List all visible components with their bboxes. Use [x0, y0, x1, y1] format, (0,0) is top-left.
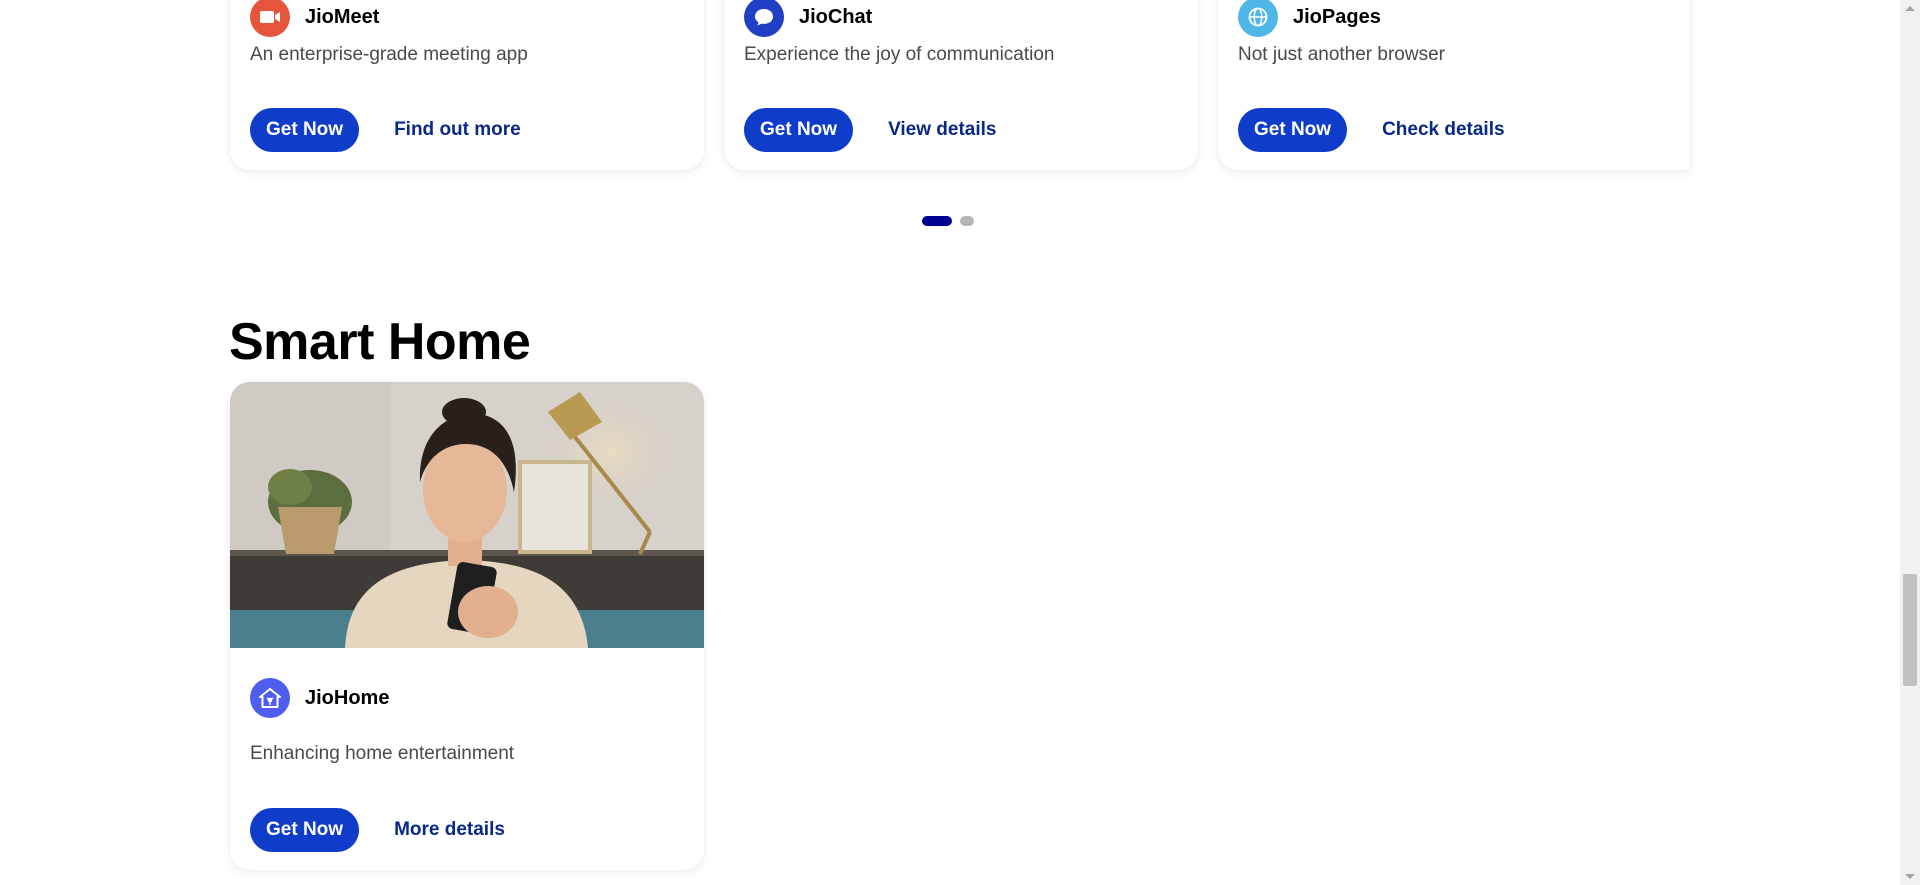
chat-bubble-icon [744, 0, 784, 37]
get-now-button[interactable]: Get Now [250, 808, 360, 852]
app-card-jiochat: JioChat Experience the joy of communicat… [724, 0, 1198, 170]
section-title-smart-home: Smart Home [229, 313, 531, 371]
scroll-down-arrow-icon[interactable] [1905, 874, 1915, 879]
carousel-pagination [922, 216, 982, 226]
app-name: JioChat [799, 5, 873, 28]
check-details-link[interactable]: Check details [1382, 119, 1505, 141]
scroll-up-arrow-icon[interactable] [1905, 6, 1915, 11]
smart-home-icon [250, 678, 290, 718]
app-name: JioPages [1293, 5, 1381, 28]
app-card-jiomeet: JioMeet An enterprise-grade meeting app … [230, 0, 704, 170]
app-name: JioMeet [305, 5, 380, 28]
app-actions: Get Now More details [250, 808, 505, 852]
app-description: Not just another browser [1238, 44, 1445, 65]
app-card-jiopages: JioPages Not just another browser Get No… [1218, 0, 1690, 170]
video-meeting-icon [250, 0, 290, 37]
app-description: Experience the joy of communication [744, 44, 1055, 65]
get-now-button[interactable]: Get Now [744, 108, 854, 152]
view-details-link[interactable]: View details [888, 119, 996, 141]
find-out-more-link[interactable]: Find out more [394, 119, 521, 141]
app-card-header: JioPages [1238, 0, 1381, 37]
app-name: JioHome [305, 686, 390, 709]
app-actions: Get Now View details [744, 108, 997, 152]
carousel-dot-2[interactable] [960, 216, 974, 226]
app-card-header: JioMeet [250, 0, 379, 37]
carousel-dot-1[interactable] [922, 216, 952, 226]
app-actions: Get Now Find out more [250, 108, 521, 152]
app-card-header: JioChat [744, 0, 872, 37]
app-actions: Get Now Check details [1238, 108, 1505, 152]
get-now-button[interactable]: Get Now [250, 108, 360, 152]
page: JioMeet An enterprise-grade meeting app … [0, 0, 1900, 885]
app-description: An enterprise-grade meeting app [250, 44, 528, 65]
woman-using-smartphone-photo [230, 382, 704, 648]
get-now-button[interactable]: Get Now [1238, 108, 1348, 152]
globe-icon [1238, 0, 1278, 37]
app-card-header: JioHome [250, 678, 389, 718]
scroll-thumb[interactable] [1903, 574, 1917, 686]
vertical-scrollbar[interactable] [1900, 0, 1920, 885]
app-card-jiohome: JioHome Enhancing home entertainment Get… [230, 382, 704, 870]
more-details-link[interactable]: More details [394, 819, 505, 841]
app-description: Enhancing home entertainment [250, 743, 515, 764]
